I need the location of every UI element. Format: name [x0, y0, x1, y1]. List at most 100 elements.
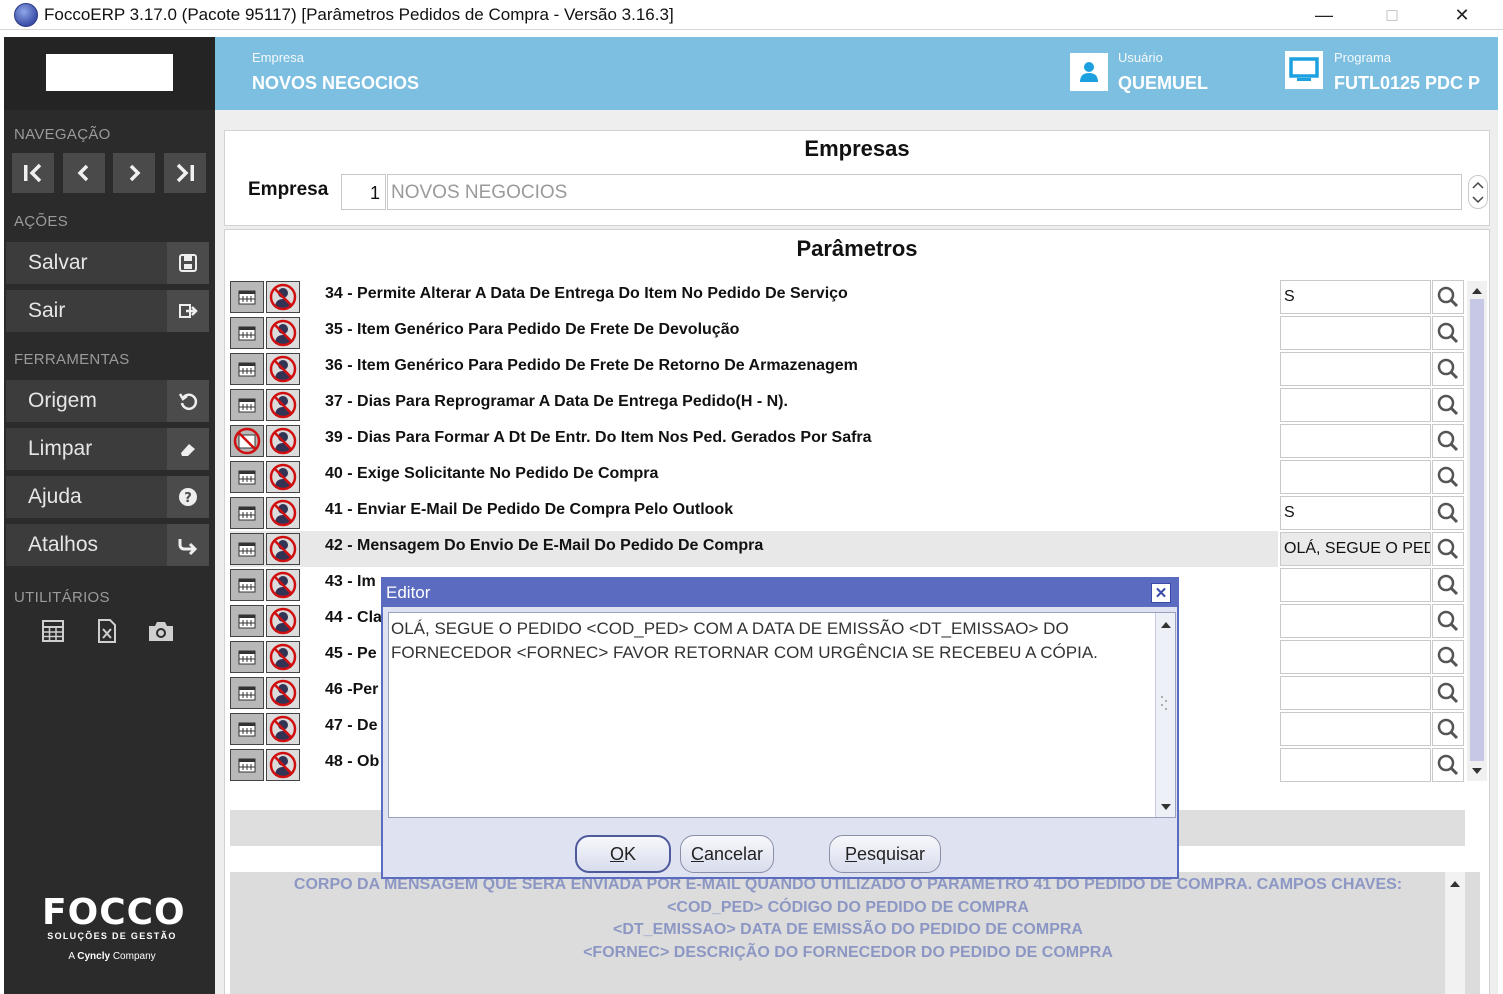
calendar-icon[interactable] — [230, 281, 264, 313]
editor-scroll-down-icon[interactable] — [1156, 799, 1176, 815]
next-record-button[interactable] — [113, 153, 155, 193]
search-icon[interactable] — [1432, 532, 1464, 566]
parameter-value-input[interactable] — [1280, 568, 1431, 602]
parameter-value-input[interactable]: S — [1280, 496, 1431, 530]
minimize-button[interactable]: — — [1293, 0, 1355, 30]
search-icon[interactable] — [1432, 280, 1464, 314]
clear-button[interactable]: Limpar — [6, 428, 209, 470]
parameter-value-input[interactable] — [1280, 604, 1431, 638]
save-button-label: Salvar — [28, 251, 88, 274]
close-window-button[interactable]: ✕ — [1431, 0, 1493, 30]
calendar-icon[interactable] — [230, 353, 264, 385]
ok-button[interactable]: OK — [575, 835, 671, 873]
user-blocked-icon[interactable] — [266, 461, 300, 493]
first-record-button[interactable] — [12, 153, 54, 193]
parameter-value-input[interactable]: S — [1280, 280, 1431, 314]
search-icon[interactable] — [1432, 568, 1464, 602]
help-scrollbar[interactable] — [1445, 872, 1465, 994]
last-record-button[interactable] — [164, 153, 206, 193]
row-status-icons — [230, 495, 302, 531]
shortcut-icon — [167, 524, 209, 566]
parameter-value-input[interactable] — [1280, 640, 1431, 674]
search-icon[interactable] — [1432, 640, 1464, 674]
parameter-value-input[interactable] — [1280, 676, 1431, 710]
shortcuts-button[interactable]: Atalhos — [6, 524, 209, 566]
previous-record-button[interactable] — [63, 153, 105, 193]
parametros-scrollbar[interactable] — [1467, 281, 1487, 781]
user-blocked-icon[interactable] — [266, 677, 300, 709]
search-icon[interactable] — [1432, 388, 1464, 422]
parameter-value-input[interactable] — [1280, 712, 1431, 746]
header-usuario-label: Usuário — [1118, 50, 1163, 65]
calendar-icon[interactable] — [230, 713, 264, 745]
cancel-button-mnemonic: C — [690, 843, 704, 864]
search-icon[interactable] — [1432, 424, 1464, 458]
editor-text[interactable]: OLÁ, SEGUE O PEDIDO <COD_PED> COM A DATA… — [391, 617, 1151, 665]
parameter-value-input[interactable] — [1280, 388, 1431, 422]
editor-close-button[interactable]: ✕ — [1151, 583, 1171, 603]
search-icon[interactable] — [1432, 748, 1464, 782]
calendar-disabled-icon[interactable] — [230, 425, 264, 457]
editor-scrollbar[interactable] — [1155, 613, 1175, 817]
calendar-icon[interactable] — [230, 533, 264, 565]
scroll-down-icon[interactable] — [1467, 763, 1487, 779]
help-scroll-up-icon[interactable] — [1445, 876, 1465, 892]
user-blocked-icon[interactable] — [266, 569, 300, 601]
empresa-name-input[interactable]: NOVOS NEGOCIOS — [387, 174, 1462, 210]
calendar-icon[interactable] — [230, 749, 264, 781]
maximize-button[interactable]: □ — [1361, 0, 1423, 30]
calendar-icon[interactable] — [230, 605, 264, 637]
camera-icon[interactable] — [147, 617, 175, 645]
calendar-icon[interactable] — [230, 317, 264, 349]
calendar-icon[interactable] — [230, 569, 264, 601]
user-blocked-icon[interactable] — [266, 353, 300, 385]
calendar-icon[interactable] — [230, 389, 264, 421]
editor-text-line-2: FORNECEDOR <FORNEC> FAVOR RETORNAR COM U… — [391, 643, 1098, 662]
user-blocked-icon[interactable] — [266, 389, 300, 421]
search-icon[interactable] — [1432, 460, 1464, 494]
exit-button[interactable]: Sair — [6, 290, 209, 332]
parametros-scroll-thumb[interactable] — [1470, 299, 1484, 761]
search-button[interactable]: Pesquisar — [829, 835, 941, 873]
user-blocked-icon[interactable] — [266, 605, 300, 637]
parameter-value-input[interactable] — [1280, 316, 1431, 350]
excel-icon[interactable] — [93, 617, 121, 645]
calendar-icon[interactable] — [230, 641, 264, 673]
search-icon[interactable] — [1432, 604, 1464, 638]
user-blocked-icon[interactable] — [266, 713, 300, 745]
calculator-icon[interactable] — [39, 617, 67, 645]
search-button-mnemonic: P — [844, 843, 857, 864]
user-blocked-icon[interactable] — [266, 425, 300, 457]
search-icon[interactable] — [1432, 496, 1464, 530]
parameter-value-input[interactable] — [1280, 424, 1431, 458]
user-blocked-icon[interactable] — [266, 749, 300, 781]
row-status-icons — [230, 675, 302, 711]
origin-button[interactable]: Origem — [6, 380, 209, 422]
user-blocked-icon[interactable] — [266, 641, 300, 673]
calendar-icon[interactable] — [230, 497, 264, 529]
help-button[interactable]: Ajuda ? — [6, 476, 209, 518]
search-icon[interactable] — [1432, 676, 1464, 710]
search-icon[interactable] — [1432, 352, 1464, 386]
empresa-spinner[interactable] — [1468, 175, 1488, 209]
cancel-button[interactable]: Cancelar — [680, 835, 774, 873]
parameter-value-input[interactable] — [1280, 748, 1431, 782]
parameter-value-input[interactable] — [1280, 460, 1431, 494]
search-icon[interactable] — [1432, 712, 1464, 746]
brand-company: A Cyncly Company — [42, 951, 182, 962]
parameter-value-input[interactable]: OLÁ, SEGUE O PEDI — [1280, 532, 1431, 566]
user-blocked-icon[interactable] — [266, 281, 300, 313]
editor-scroll-up-icon[interactable] — [1156, 617, 1176, 633]
user-blocked-icon[interactable] — [266, 317, 300, 349]
search-icon[interactable] — [1432, 316, 1464, 350]
save-button[interactable]: Salvar — [6, 242, 209, 284]
user-blocked-icon[interactable] — [266, 533, 300, 565]
user-blocked-icon[interactable] — [266, 497, 300, 529]
empresa-code-input[interactable]: 1 — [341, 174, 386, 210]
calendar-icon[interactable] — [230, 461, 264, 493]
help-line-3: <DT_EMISSAO> DATA DE EMISSÃO DO PEDIDO D… — [613, 921, 1083, 938]
parameter-value-input[interactable] — [1280, 352, 1431, 386]
calendar-icon[interactable] — [230, 677, 264, 709]
scroll-up-icon[interactable] — [1467, 283, 1487, 299]
editor-textarea[interactable]: OLÁ, SEGUE O PEDIDO <COD_PED> COM A DATA… — [388, 612, 1176, 818]
